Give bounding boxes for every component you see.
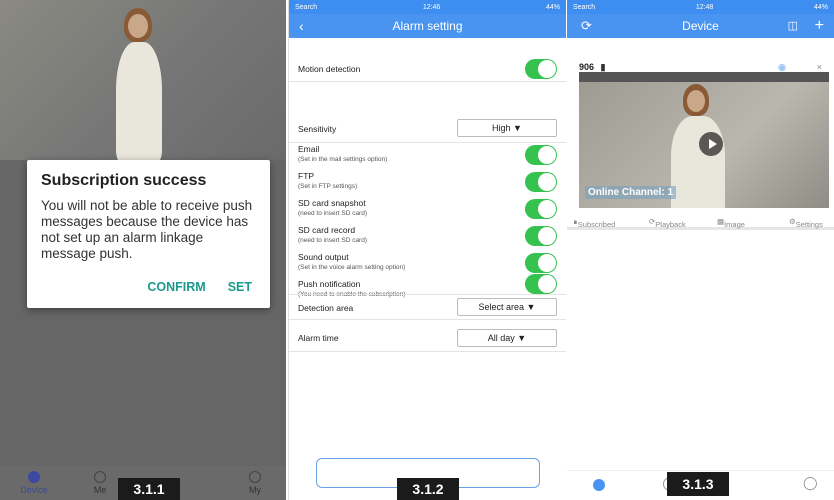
video-info-bar: [579, 72, 829, 82]
set-button[interactable]: SET: [228, 280, 252, 294]
nav-bar: ‹ Alarm setting: [289, 14, 566, 38]
detection-area-select[interactable]: Select area ▼: [457, 298, 557, 316]
figure-label: 3.1.1: [118, 478, 180, 500]
person-icon[interactable]: ◯: [803, 475, 818, 491]
row-email: Email (Set in the mail settings option): [289, 143, 566, 165]
confirm-button[interactable]: CONFIRM: [147, 280, 205, 294]
sd-record-toggle[interactable]: [525, 226, 557, 246]
settings-label: Settings: [795, 220, 823, 229]
row-sensitivity: Sensitivity High ▼: [289, 115, 566, 143]
device-name: 906: [579, 62, 595, 72]
figure-label: 3.1.3: [667, 472, 729, 496]
settings-button[interactable]: ⚙ Settings: [789, 217, 823, 229]
tab-device[interactable]: Device: [14, 471, 54, 495]
motion-detection-toggle[interactable]: [525, 59, 557, 79]
select-value: Select area: [478, 302, 525, 312]
tab-my[interactable]: My: [240, 471, 270, 495]
device-icon: [28, 471, 40, 483]
playback-button[interactable]: ⟳ Playback: [649, 217, 686, 229]
tab-messages-label: Me: [93, 485, 107, 495]
sound-output-toggle[interactable]: [525, 253, 557, 273]
signal-icon: ▮: [600, 62, 606, 72]
email-toggle[interactable]: [525, 145, 557, 165]
select-value: High: [492, 123, 511, 133]
status-bar: Search 12:46 44%: [289, 0, 566, 14]
sensitivity-select[interactable]: High ▼: [457, 119, 557, 137]
panel-subscription: Subscription success You will not be abl…: [0, 0, 286, 500]
row-ftp: FTP (Set in FTP settings): [289, 170, 566, 192]
status-time: 12:46: [422, 3, 441, 11]
dialog-message: You will not be able to receive push mes…: [41, 198, 253, 261]
play-icon[interactable]: [699, 132, 723, 156]
row-push-notification: Push notification (You need to enable th…: [289, 274, 566, 298]
scan-icon[interactable]: ◫: [788, 14, 798, 38]
figure-label: 3.1.2: [397, 478, 459, 500]
row-detection-area: Detection area Select area ▼: [289, 294, 566, 320]
row-sd-record: SD card record (need to insert SD card): [289, 224, 566, 246]
tab-messages[interactable]: Me: [80, 471, 120, 495]
page-title: Alarm setting: [392, 19, 463, 33]
dialog-title: Subscription success: [41, 172, 207, 189]
subscribed-label: Subscribed: [577, 220, 616, 229]
alarm-time-select[interactable]: All day ▼: [457, 329, 557, 347]
subscribed-button[interactable]: ∎ Subscribed: [573, 217, 615, 229]
ftp-toggle[interactable]: [525, 172, 557, 192]
playback-label: Playback: [655, 220, 686, 229]
battery-level: 44%: [545, 3, 560, 11]
panel-device: Search 12:48 44% ⟳ Device ◫ + 906 ▮ ◉ × …: [567, 0, 834, 500]
select-value: All day: [487, 333, 515, 343]
subscription-dialog: Subscription success You will not be abl…: [27, 160, 270, 308]
device-actions: ∎ Subscribed ⟳ Playback ▦ Image ⚙ Settin…: [567, 214, 834, 230]
tab-my-label: My: [249, 485, 261, 495]
online-channel-label: Online Channel: 1: [585, 186, 677, 199]
row-alarm-time: Alarm time All day ▼: [289, 324, 566, 352]
person-icon: [249, 471, 261, 483]
row-sd-snapshot: SD card snapshot (need to insert SD card…: [289, 197, 566, 219]
image-label: Image: [724, 220, 745, 229]
push-notification-toggle[interactable]: [525, 274, 557, 294]
tab-device-label: Device: [20, 485, 48, 495]
status-bar: Search 12:48 44%: [567, 0, 834, 14]
battery-level: 44%: [813, 3, 828, 11]
message-icon: [94, 471, 106, 483]
panel-alarm-setting: Search 12:46 44% ‹ Alarm setting Motion …: [288, 0, 566, 500]
camera-image: [0, 0, 286, 162]
image-button[interactable]: ▦ Image: [717, 217, 745, 229]
row-motion-detection: Motion detection: [289, 56, 566, 82]
nav-bar: ⟳ Device ◫ +: [567, 14, 834, 38]
row-sound-output: Sound output (Set in the voice alarm set…: [289, 251, 566, 273]
status-time: 12:48: [695, 3, 714, 11]
add-icon[interactable]: +: [815, 14, 824, 38]
carrier-label: Search: [573, 3, 596, 11]
carrier-label: Search: [295, 3, 318, 11]
device-icon[interactable]: [593, 479, 605, 491]
sd-snapshot-toggle[interactable]: [525, 199, 557, 219]
